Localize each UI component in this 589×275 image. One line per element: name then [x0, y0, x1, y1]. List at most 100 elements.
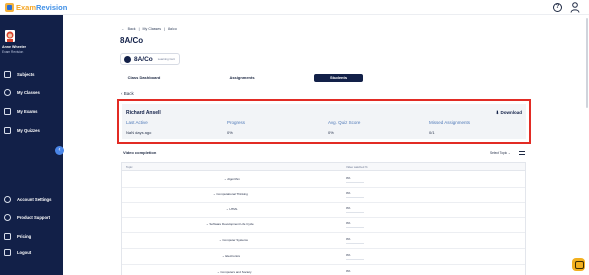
- progress-bar: [346, 259, 364, 260]
- sidebar-item-my-classes[interactable]: My Classes: [4, 87, 60, 97]
- chevron-down-icon: ⌄: [507, 151, 511, 155]
- video-watched-value: 0%: [346, 269, 351, 273]
- class-chip-subtitle: Learning Cert: [157, 57, 175, 61]
- user-name: Anne Wheeler: [2, 45, 26, 49]
- app-logo[interactable]: ExamRevision: [5, 3, 67, 12]
- sidebar-collapse-button[interactable]: ‹: [55, 146, 64, 155]
- topic-name: ⌄ Computational Thinking: [213, 192, 248, 196]
- logout-icon: [4, 248, 11, 256]
- chat-button[interactable]: [572, 258, 585, 271]
- gear-icon: [4, 195, 11, 203]
- sidebar-item-label: My Quizzes: [17, 127, 40, 133]
- table-row[interactable]: ⌄ HTML 0%: [122, 203, 525, 218]
- logo-text-part1: Exam: [16, 3, 37, 12]
- sidebar: Anne Wheeler Exam Revision Subjects My C…: [0, 15, 63, 275]
- sidebar-item-label: Product Support: [17, 214, 51, 220]
- progress-bar: [346, 182, 364, 183]
- back-arrow-icon[interactable]: ←: [121, 27, 125, 31]
- stat-label-avg-quiz-score: Avg. Quiz Score: [328, 120, 361, 125]
- breadcrumb-separator: |: [138, 27, 140, 31]
- sidebar-item-my-quizzes[interactable]: My Quizzes: [4, 125, 60, 135]
- topic-name: ⌄ Electronics: [222, 254, 240, 258]
- topic-label: Computational Thinking: [216, 192, 248, 196]
- filter-icon[interactable]: [519, 151, 525, 155]
- progress-bar: [346, 227, 364, 228]
- breadcrumb: ← Back | My Classes | 8a/co: [121, 27, 177, 31]
- table-row[interactable]: ⌄ Computational Thinking 0%: [122, 188, 525, 203]
- progress-bar: [346, 212, 364, 213]
- logo-icon: [5, 3, 14, 12]
- video-watched-value: 0%: [346, 191, 351, 195]
- sidebar-item-label: Subjects: [17, 71, 35, 77]
- avatar: [5, 30, 15, 42]
- topic-label: Algorithm: [227, 177, 240, 181]
- user-icon[interactable]: [570, 2, 580, 13]
- stat-label-progress: Progress: [227, 120, 246, 125]
- video-watched-value: 0%: [346, 221, 351, 225]
- select-topic-label: Select Topic: [490, 151, 508, 155]
- back-link-label: Back: [123, 91, 134, 96]
- class-chip-name: 8A/Co: [134, 55, 153, 63]
- topic-label: Software Development Life Cycle: [209, 222, 254, 226]
- table-row[interactable]: ⌄ Computer Systems 0%: [122, 234, 525, 249]
- table-row[interactable]: ⌄ Electronics 0%: [122, 250, 525, 265]
- user-school: Exam Revision: [2, 50, 24, 54]
- video-watched-value: 0%: [346, 176, 351, 180]
- stat-label-missed-assignments: Missed Assignments: [429, 120, 471, 125]
- help-icon[interactable]: ?: [553, 3, 562, 12]
- breadcrumb-current: 8a/co: [168, 27, 177, 31]
- card-icon: [4, 232, 11, 240]
- student-summary-card: Richard Ansell ⬇ Download Last Active Na…: [122, 104, 526, 139]
- table-row[interactable]: ⌄ Algorithm 0%: [122, 173, 525, 188]
- column-header-topic: Topic: [126, 165, 133, 169]
- tab-class-dashboard[interactable]: Class Dashboard: [120, 74, 168, 82]
- sidebar-item-label: Pricing: [17, 233, 32, 239]
- topic-label: Computer Systems: [222, 238, 248, 242]
- column-header-video-watched: Video watched %: [346, 165, 368, 169]
- sidebar-item-label: Account Settings: [17, 196, 52, 202]
- select-topic-dropdown[interactable]: Select Topic ⌄: [490, 151, 511, 155]
- topic-label: HTML: [229, 207, 238, 211]
- topic-name: ⌄ Computers and Society: [217, 270, 252, 274]
- sidebar-item-subjects[interactable]: Subjects: [4, 69, 60, 79]
- download-button[interactable]: ⬇ Download: [495, 110, 522, 116]
- video-completion-title: Video completion: [123, 150, 157, 155]
- breadcrumb-my-classes[interactable]: My Classes: [143, 27, 162, 31]
- video-watched-value: 0%: [346, 206, 351, 210]
- tab-bar: Class Dashboard Assignments Students: [120, 74, 524, 83]
- video-watched-value: 0%: [346, 253, 351, 257]
- sidebar-item-pricing[interactable]: Pricing: [4, 231, 60, 241]
- topic-name: ⌄ Algorithm: [224, 177, 240, 181]
- logo-text-part2: Revision: [36, 3, 68, 12]
- sidebar-item-my-exams[interactable]: My Exams: [4, 106, 60, 116]
- book-icon: [4, 70, 11, 78]
- stat-value-avg-quiz-score: 0%: [328, 130, 334, 135]
- video-watched-value: 0%: [346, 237, 351, 241]
- class-icon: [124, 55, 131, 63]
- scrollbar[interactable]: [586, 18, 588, 108]
- video-completion-table: Topic Video watched % ⌄ Algorithm 0% ⌄ C…: [121, 162, 526, 275]
- sidebar-item-logout[interactable]: Logout: [4, 247, 60, 257]
- table-row[interactable]: ⌄ Computers and Society 0%: [122, 266, 525, 275]
- topic-label: Computers and Society: [220, 270, 252, 274]
- class-chip: 8A/Co Learning Cert: [120, 53, 180, 65]
- back-link[interactable]: ‹ Back: [121, 91, 134, 96]
- sidebar-item-label: My Classes: [17, 89, 40, 95]
- tab-assignments[interactable]: Assignments: [218, 74, 266, 82]
- stat-label-last-active: Last Active: [126, 120, 148, 125]
- table-header: Topic Video watched %: [122, 163, 525, 171]
- topic-name: ⌄ Software Development Life Cycle: [206, 222, 254, 226]
- stat-value-last-active: NaN days ago: [126, 130, 152, 135]
- top-bar: ExamRevision ?: [0, 0, 589, 15]
- sidebar-item-account-settings[interactable]: Account Settings: [4, 194, 60, 204]
- users-icon: [4, 88, 11, 96]
- student-summary-highlight: Richard Ansell ⬇ Download Last Active Na…: [117, 99, 531, 144]
- breadcrumb-back[interactable]: Back: [128, 27, 136, 31]
- table-row[interactable]: ⌄ Software Development Life Cycle 0%: [122, 218, 525, 233]
- help-icon: [4, 213, 11, 221]
- tab-students[interactable]: Students: [314, 74, 363, 82]
- topic-label: Electronics: [225, 254, 241, 258]
- sidebar-item-product-support[interactable]: Product Support: [4, 212, 60, 222]
- stat-value-progress: 0%: [227, 130, 233, 135]
- progress-bar: [346, 197, 364, 198]
